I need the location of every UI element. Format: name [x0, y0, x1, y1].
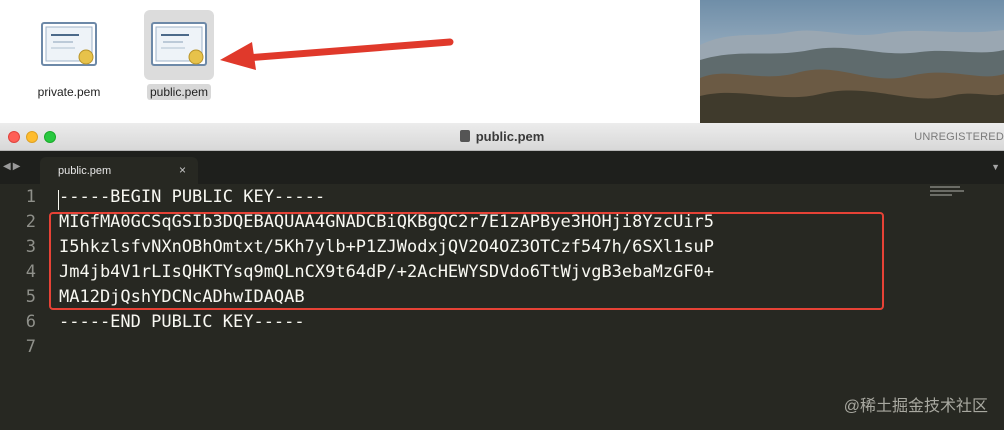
- line-number: 2: [25, 212, 36, 232]
- document-icon: [459, 130, 470, 142]
- tab-dropdown-icon[interactable]: ▼: [991, 162, 1000, 172]
- code-line[interactable]: -----END PUBLIC KEY-----: [59, 312, 305, 332]
- code-line[interactable]: -----BEGIN PUBLIC KEY-----: [59, 187, 325, 207]
- tab-nav-arrows-icon[interactable]: ◀▶: [3, 161, 22, 172]
- line-number: 4: [25, 262, 36, 282]
- close-tab-icon[interactable]: ×: [179, 163, 186, 177]
- tab-bar: ◀▶ public.pem × ▼: [0, 151, 1004, 184]
- watermark-text: @稀土掘金技术社区: [843, 398, 988, 415]
- tab-label: public.pem: [58, 165, 112, 177]
- window-title: public.pem: [0, 129, 1004, 144]
- certificate-icon: [34, 10, 104, 80]
- file-public-pem[interactable]: public.pem: [140, 10, 218, 101]
- code-editor[interactable]: 1 2 3 4 5 6 7 -----BEGIN PUBLIC KEY-----…: [0, 184, 1004, 430]
- tab-public-pem[interactable]: public.pem ×: [40, 157, 198, 184]
- line-number: 6: [25, 312, 36, 332]
- line-number: 7: [25, 337, 36, 357]
- minimap[interactable]: [930, 186, 964, 198]
- finder-window: private.pem public.pem: [0, 0, 700, 123]
- window-titlebar: public.pem UNREGISTERED: [0, 123, 1004, 151]
- line-number: 5: [25, 287, 36, 307]
- file-private-pem[interactable]: private.pem: [30, 10, 108, 101]
- desktop-wallpaper: [700, 0, 1004, 123]
- file-name: public.pem: [146, 84, 212, 100]
- file-name: private.pem: [37, 85, 101, 99]
- window-title-text: public.pem: [475, 129, 545, 144]
- line-number-gutter: 1 2 3 4 5 6 7: [0, 184, 46, 430]
- line-number: 1: [25, 187, 36, 207]
- line-number: 3: [25, 237, 36, 257]
- certificate-icon: [144, 10, 214, 80]
- unregistered-label: UNREGISTERED: [914, 131, 1004, 143]
- annotation-arrow: [220, 38, 454, 70]
- key-highlight-box: [49, 212, 884, 310]
